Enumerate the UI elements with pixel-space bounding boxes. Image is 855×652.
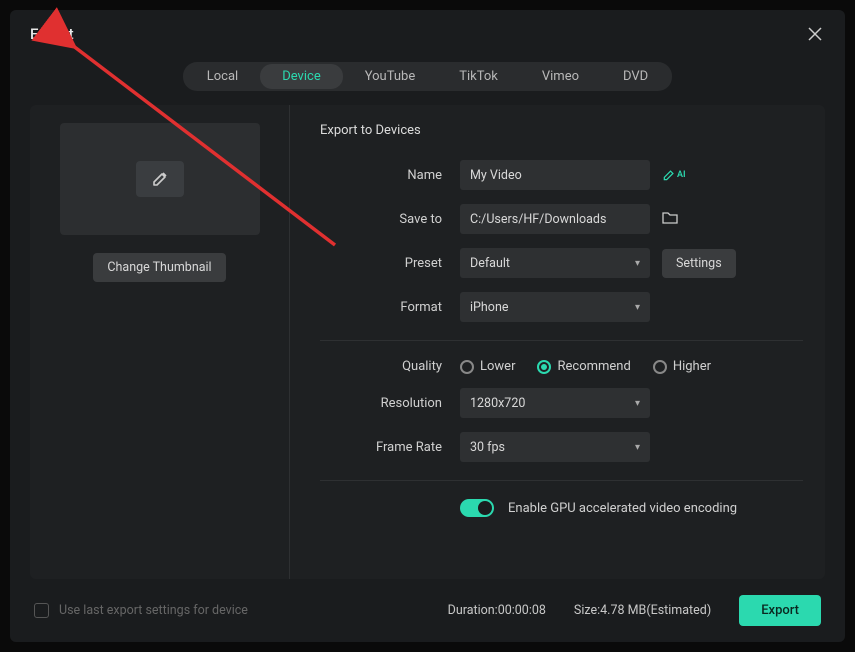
radio-icon — [537, 360, 551, 374]
duration-info: Duration:00:00:08 — [448, 603, 546, 618]
gpu-toggle-label: Enable GPU accelerated video encoding — [508, 501, 737, 516]
format-label: Format — [320, 300, 460, 315]
thumbnail-preview — [60, 123, 260, 235]
ai-rename-icon[interactable]: AI — [662, 168, 686, 182]
row-framerate: Frame Rate 30 fps ▾ — [320, 432, 803, 462]
tab-bar: Local Device YouTube TikTok Vimeo DVD — [183, 62, 672, 91]
row-name: Name AI — [320, 160, 803, 190]
resolution-value: 1280x720 — [470, 396, 525, 411]
thumbnail-pane: Change Thumbnail — [30, 105, 290, 579]
format-select[interactable]: iPhone ▾ — [460, 292, 650, 322]
tab-dvd[interactable]: DVD — [601, 64, 670, 89]
row-quality: Quality Lower Recommend Higher — [320, 359, 803, 374]
pencil-box-icon — [136, 161, 184, 197]
export-button[interactable]: Export — [739, 595, 821, 626]
quality-label: Quality — [320, 359, 460, 374]
export-dialog: Export Local Device YouTube TikTok Vimeo… — [10, 10, 845, 642]
dialog-body: Change Thumbnail Export to Devices Name … — [30, 105, 825, 579]
preset-value: Default — [470, 256, 510, 271]
saveto-label: Save to — [320, 212, 460, 227]
close-icon — [808, 27, 822, 41]
settings-pane: Export to Devices Name AI Save to C:/Use… — [290, 105, 825, 579]
framerate-label: Frame Rate — [320, 440, 460, 455]
framerate-value: 30 fps — [470, 440, 505, 455]
quality-radio-higher[interactable]: Higher — [653, 359, 711, 374]
radio-icon — [460, 360, 474, 374]
row-format: Format iPhone ▾ — [320, 292, 803, 322]
name-label: Name — [320, 168, 460, 183]
row-preset: Preset Default ▾ Settings — [320, 248, 803, 278]
framerate-select[interactable]: 30 fps ▾ — [460, 432, 650, 462]
quality-radio-group: Lower Recommend Higher — [460, 359, 711, 374]
format-value: iPhone — [470, 300, 508, 315]
browse-folder-button[interactable] — [662, 210, 678, 229]
preset-select[interactable]: Default ▾ — [460, 248, 650, 278]
duration-label: Duration: — [448, 603, 498, 618]
dialog-footer: Use last export settings for device Dura… — [10, 579, 845, 642]
preset-label: Preset — [320, 256, 460, 271]
quality-radio-recommend[interactable]: Recommend — [537, 359, 630, 374]
preset-settings-button[interactable]: Settings — [662, 249, 736, 278]
name-input[interactable] — [460, 160, 650, 190]
close-button[interactable] — [805, 24, 825, 44]
chevron-down-icon: ▾ — [635, 258, 640, 269]
saveto-input[interactable]: C:/Users/HF/Downloads — [460, 204, 650, 234]
tab-vimeo[interactable]: Vimeo — [520, 64, 601, 89]
section-title: Export to Devices — [320, 123, 803, 138]
tab-bar-container: Local Device YouTube TikTok Vimeo DVD — [10, 52, 845, 105]
dialog-title: Export — [30, 25, 74, 43]
size-label: Size: — [574, 603, 600, 618]
size-info: Size:4.78 MB(Estimated) — [574, 603, 711, 618]
row-saveto: Save to C:/Users/HF/Downloads — [320, 204, 803, 234]
chevron-down-icon: ▾ — [635, 302, 640, 313]
chevron-down-icon: ▾ — [635, 398, 640, 409]
resolution-select[interactable]: 1280x720 ▾ — [460, 388, 650, 418]
chevron-down-icon: ▾ — [635, 442, 640, 453]
toggle-knob — [478, 501, 492, 515]
radio-icon — [653, 360, 667, 374]
use-last-settings-checkbox[interactable] — [34, 603, 49, 618]
quality-recommend-label: Recommend — [557, 359, 630, 374]
divider — [320, 480, 803, 481]
tab-youtube[interactable]: YouTube — [343, 64, 438, 89]
row-gpu-toggle: Enable GPU accelerated video encoding — [460, 499, 803, 517]
tab-tiktok[interactable]: TikTok — [437, 64, 520, 89]
quality-higher-label: Higher — [673, 359, 711, 374]
tab-device[interactable]: Device — [260, 64, 343, 89]
dialog-header: Export — [10, 10, 845, 52]
tab-local[interactable]: Local — [185, 64, 260, 89]
use-last-settings-label: Use last export settings for device — [59, 603, 248, 618]
size-value: 4.78 MB(Estimated) — [600, 603, 711, 618]
saveto-value: C:/Users/HF/Downloads — [470, 212, 606, 227]
change-thumbnail-button[interactable]: Change Thumbnail — [93, 253, 225, 282]
resolution-label: Resolution — [320, 396, 460, 411]
quality-lower-label: Lower — [480, 359, 515, 374]
duration-value: 00:00:08 — [498, 603, 546, 618]
quality-radio-lower[interactable]: Lower — [460, 359, 515, 374]
row-resolution: Resolution 1280x720 ▾ — [320, 388, 803, 418]
gpu-toggle[interactable] — [460, 499, 494, 517]
divider — [320, 340, 803, 341]
